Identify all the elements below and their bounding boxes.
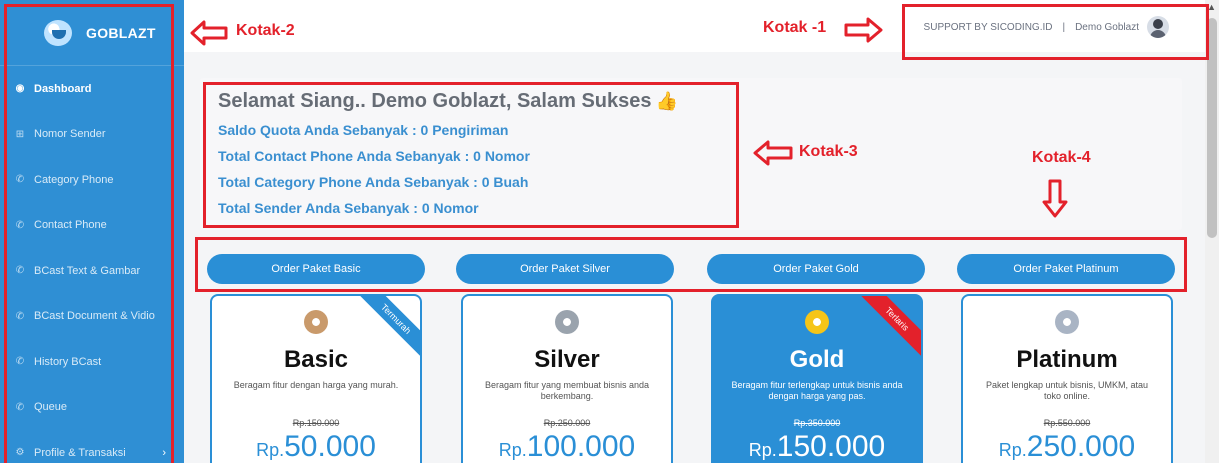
plan-card-silver[interactable]: Silver Beragam fitur yang membuat bisnis… bbox=[461, 294, 673, 463]
plan-description: Beragam fitur terlengkap untuk bisnis an… bbox=[731, 380, 903, 401]
bronze-medal-icon bbox=[304, 310, 328, 334]
annotation-label-4: Kotak-4 bbox=[1032, 149, 1091, 166]
plan-card-platinum[interactable]: Platinum Paket lengkap untuk bisnis, UMK… bbox=[961, 294, 1173, 463]
annotation-label-3: Kotak-3 bbox=[799, 143, 858, 160]
currency: Rp. bbox=[998, 440, 1027, 460]
plan-description: Paket lengkap untuk bisnis, UMKM, atau t… bbox=[985, 380, 1149, 401]
arrow-left-icon bbox=[753, 140, 793, 166]
plan-description: Beragam fitur yang membuat bisnis anda b… bbox=[484, 380, 650, 401]
plan-old-price: Rp.550.000 bbox=[1043, 418, 1091, 428]
annotation-label-1: Kotak -1 bbox=[763, 19, 827, 36]
currency: Rp. bbox=[498, 440, 527, 460]
plan-card-basic[interactable]: Termurah Basic Beragam fitur dengan harg… bbox=[210, 294, 422, 463]
arrow-down-icon bbox=[1042, 179, 1068, 218]
plan-price: Rp.50.000 bbox=[212, 430, 420, 463]
plan-name: Silver bbox=[534, 346, 600, 373]
gold-medal-icon bbox=[805, 310, 829, 334]
plan-name: Platinum bbox=[1016, 346, 1118, 373]
plan-description: Beragam fitur dengan harga yang murah. bbox=[233, 380, 399, 390]
silver-medal-icon bbox=[555, 310, 579, 334]
plan-old-price: Rp.250.000 bbox=[543, 418, 591, 428]
plan-price: Rp.250.000 bbox=[963, 430, 1171, 463]
annotation-box-1 bbox=[902, 4, 1209, 60]
plan-name: Gold bbox=[789, 346, 845, 373]
plan-price: Rp.150.000 bbox=[713, 430, 921, 463]
platinum-medal-icon bbox=[1055, 310, 1079, 334]
plan-name: Basic bbox=[283, 346, 349, 373]
plan-price-value: 100.000 bbox=[526, 430, 636, 463]
arrow-left-icon bbox=[190, 20, 228, 46]
plan-price-value: 50.000 bbox=[284, 430, 376, 463]
annotation-label-2: Kotak-2 bbox=[236, 22, 295, 39]
annotation-box-4 bbox=[195, 237, 1187, 292]
currency: Rp. bbox=[748, 440, 777, 460]
scrollbar[interactable]: ▲ bbox=[1205, 0, 1219, 463]
arrow-right-icon bbox=[844, 17, 883, 43]
plan-old-price: Rp.350.000 bbox=[793, 418, 841, 428]
annotation-box-3 bbox=[203, 82, 739, 228]
plan-price-value: 150.000 bbox=[776, 430, 886, 463]
annotation-box-2 bbox=[4, 4, 174, 463]
plan-old-price: Rp.150.000 bbox=[292, 418, 340, 428]
plan-price: Rp.100.000 bbox=[463, 430, 671, 463]
plan-card-gold[interactable]: Terlaris Gold Beragam fitur terlengkap u… bbox=[711, 294, 923, 463]
plan-price-value: 250.000 bbox=[1026, 430, 1136, 463]
app-window: GOBLAZT ◉ Dashboard ⊞ Nomor Sender ✆ Cat… bbox=[0, 0, 1219, 463]
currency: Rp. bbox=[256, 440, 285, 460]
